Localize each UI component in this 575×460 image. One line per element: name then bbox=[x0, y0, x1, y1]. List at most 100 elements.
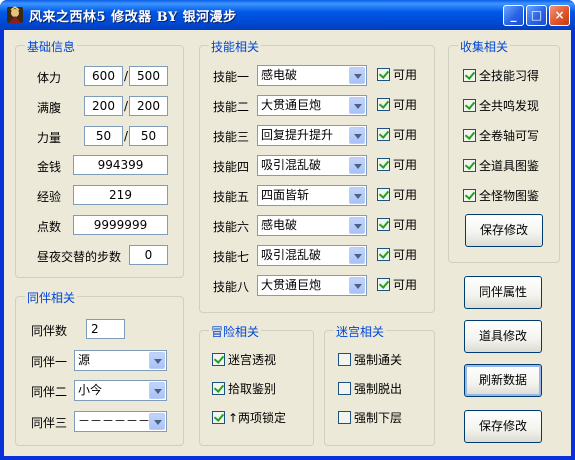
chevron-down-icon[interactable] bbox=[149, 352, 165, 369]
checkbox-checked-icon[interactable] bbox=[212, 382, 225, 395]
strength-max-input[interactable]: 50 bbox=[129, 126, 168, 146]
partner-count-label: 同伴数 bbox=[31, 324, 68, 338]
skill-5-usable-checkbox[interactable]: 可用 bbox=[377, 188, 417, 202]
maximize-button[interactable]: □ bbox=[526, 5, 547, 26]
collection-item-5-checkbox-label: 全怪物图鉴 bbox=[479, 189, 540, 203]
collection-item-2-checkbox[interactable]: 全共鸣发现 bbox=[463, 99, 539, 113]
exp-input[interactable]: 219 bbox=[73, 185, 168, 205]
maze-item-1-checkbox[interactable]: 强制通关 bbox=[338, 353, 402, 367]
skill-8-select[interactable]: 大贯通巨炮 bbox=[257, 275, 367, 296]
skill-2-usable-checkbox-label: 可用 bbox=[393, 98, 418, 112]
client-area: 基础信息 体力 600 / 500 满腹 200 / 200 力量 50 / 5… bbox=[4, 30, 571, 456]
adventure-group: 冒险相关 迷宫透视拾取鉴别 ↑两项锁定 bbox=[199, 323, 314, 446]
fullness-label: 满腹 bbox=[37, 101, 62, 115]
checkbox-checked-icon[interactable] bbox=[463, 129, 476, 142]
checkbox-checked-icon[interactable] bbox=[377, 98, 390, 111]
strength-label: 力量 bbox=[37, 131, 62, 145]
adventure-item-3-checkbox[interactable]: ↑两项锁定 bbox=[212, 411, 286, 425]
skill-7-usable-checkbox[interactable]: 可用 bbox=[377, 248, 417, 262]
skill-3-select[interactable]: 回复提升提升 bbox=[257, 125, 367, 146]
adventure-item-1-checkbox[interactable]: 迷宫透视 bbox=[212, 353, 276, 367]
skill-1-usable-checkbox[interactable]: 可用 bbox=[377, 68, 417, 82]
fullness-max-input[interactable]: 200 bbox=[129, 96, 168, 116]
checkbox-checked-icon[interactable] bbox=[212, 411, 225, 424]
chevron-down-icon[interactable] bbox=[349, 67, 365, 84]
checkbox-checked-icon[interactable] bbox=[377, 68, 390, 81]
skill-5-usable-checkbox-label: 可用 bbox=[393, 188, 418, 202]
chevron-down-icon[interactable] bbox=[349, 277, 365, 294]
maze-title: 迷宫相关 bbox=[334, 323, 387, 340]
chevron-down-icon[interactable] bbox=[149, 382, 165, 399]
chevron-down-icon[interactable] bbox=[349, 127, 365, 144]
skill-7-value: 吸引混乱破 bbox=[261, 248, 322, 262]
chevron-down-icon[interactable] bbox=[349, 247, 365, 264]
checkbox-checked-icon[interactable] bbox=[377, 278, 390, 291]
points-input[interactable]: 9999999 bbox=[73, 215, 168, 235]
money-input[interactable]: 994399 bbox=[73, 155, 168, 175]
strength-current-input[interactable]: 50 bbox=[84, 126, 123, 146]
checkbox-checked-icon[interactable] bbox=[377, 188, 390, 201]
basic-info-group: 基础信息 体力 600 / 500 满腹 200 / 200 力量 50 / 5… bbox=[15, 38, 184, 278]
hp-max-input[interactable]: 500 bbox=[129, 66, 168, 86]
skill-5-label: 技能五 bbox=[213, 190, 250, 204]
item-edit-button[interactable]: 道具修改 bbox=[464, 320, 542, 353]
day-night-steps-input[interactable]: 0 bbox=[129, 245, 168, 265]
adventure-title: 冒险相关 bbox=[209, 323, 262, 340]
skill-2-usable-checkbox[interactable]: 可用 bbox=[377, 98, 417, 112]
hp-current-input[interactable]: 600 bbox=[84, 66, 123, 86]
title-bar[interactable]: 风来之西林5 修改器 BY 银河漫步 _ □ × bbox=[0, 0, 575, 30]
collection-item-5-checkbox[interactable]: 全怪物图鉴 bbox=[463, 189, 539, 203]
chevron-down-icon[interactable] bbox=[349, 187, 365, 204]
skill-3-usable-checkbox-label: 可用 bbox=[393, 128, 418, 142]
chevron-down-icon[interactable] bbox=[349, 97, 365, 114]
partner-count-input[interactable]: 2 bbox=[86, 319, 125, 339]
skill-6-select[interactable]: 感电破 bbox=[257, 215, 367, 236]
checkbox-unchecked-icon[interactable] bbox=[338, 382, 351, 395]
skill-1-select[interactable]: 感电破 bbox=[257, 65, 367, 86]
maze-item-3-checkbox[interactable]: 强制下层 bbox=[338, 411, 402, 425]
adventure-item-2-checkbox[interactable]: 拾取鉴别 bbox=[212, 382, 276, 396]
collection-item-4-checkbox[interactable]: 全道具图鉴 bbox=[463, 159, 539, 173]
checkbox-checked-icon[interactable] bbox=[377, 218, 390, 231]
checkbox-checked-icon[interactable] bbox=[377, 248, 390, 261]
skill-6-usable-checkbox[interactable]: 可用 bbox=[377, 218, 417, 232]
skill-8-usable-checkbox[interactable]: 可用 bbox=[377, 278, 417, 292]
checkbox-checked-icon[interactable] bbox=[463, 159, 476, 172]
close-button[interactable]: × bbox=[549, 5, 570, 26]
partner-3-select[interactable]: －－－－－－ bbox=[74, 411, 167, 432]
skill-4-usable-checkbox[interactable]: 可用 bbox=[377, 158, 417, 172]
skill-2-select[interactable]: 大贯通巨炮 bbox=[257, 95, 367, 116]
collection-save-button[interactable]: 保存修改 bbox=[465, 214, 543, 247]
minimize-button[interactable]: _ bbox=[503, 5, 524, 26]
checkbox-unchecked-icon[interactable] bbox=[338, 353, 351, 366]
save-changes-button[interactable]: 保存修改 bbox=[464, 410, 542, 443]
chevron-down-icon[interactable] bbox=[149, 413, 165, 430]
chevron-down-icon[interactable] bbox=[349, 157, 365, 174]
skill-3-usable-checkbox[interactable]: 可用 bbox=[377, 128, 417, 142]
checkbox-checked-icon[interactable] bbox=[212, 353, 225, 366]
fullness-current-input[interactable]: 200 bbox=[84, 96, 123, 116]
chevron-down-icon[interactable] bbox=[349, 217, 365, 234]
partner-2-select[interactable]: 小今 bbox=[74, 380, 167, 401]
checkbox-checked-icon[interactable] bbox=[463, 189, 476, 202]
maze-item-2-checkbox[interactable]: 强制脱出 bbox=[338, 382, 402, 396]
partner-attributes-button[interactable]: 同伴属性 bbox=[464, 276, 542, 309]
collection-item-3-checkbox[interactable]: 全卷轴可写 bbox=[463, 129, 539, 143]
checkbox-checked-icon[interactable] bbox=[377, 128, 390, 141]
checkbox-checked-icon[interactable] bbox=[463, 69, 476, 82]
collection-item-1-checkbox-label: 全技能习得 bbox=[479, 69, 540, 83]
collection-item-1-checkbox[interactable]: 全技能习得 bbox=[463, 69, 539, 83]
adventure-item-1-checkbox-label: 迷宫透视 bbox=[228, 353, 277, 367]
maze-item-3-checkbox-label: 强制下层 bbox=[354, 411, 403, 425]
partner-3-label: 同伴三 bbox=[31, 416, 68, 430]
skill-3-label: 技能三 bbox=[213, 130, 250, 144]
checkbox-checked-icon[interactable] bbox=[377, 158, 390, 171]
partner-1-select[interactable]: 源 bbox=[74, 350, 167, 371]
refresh-data-button[interactable]: 刷新数据 bbox=[464, 364, 542, 397]
skill-4-select[interactable]: 吸引混乱破 bbox=[257, 155, 367, 176]
skill-7-select[interactable]: 吸引混乱破 bbox=[257, 245, 367, 266]
checkbox-checked-icon[interactable] bbox=[463, 99, 476, 112]
checkbox-unchecked-icon[interactable] bbox=[338, 411, 351, 424]
skill-5-select[interactable]: 四面皆斩 bbox=[257, 185, 367, 206]
hp-label: 体力 bbox=[37, 71, 62, 85]
